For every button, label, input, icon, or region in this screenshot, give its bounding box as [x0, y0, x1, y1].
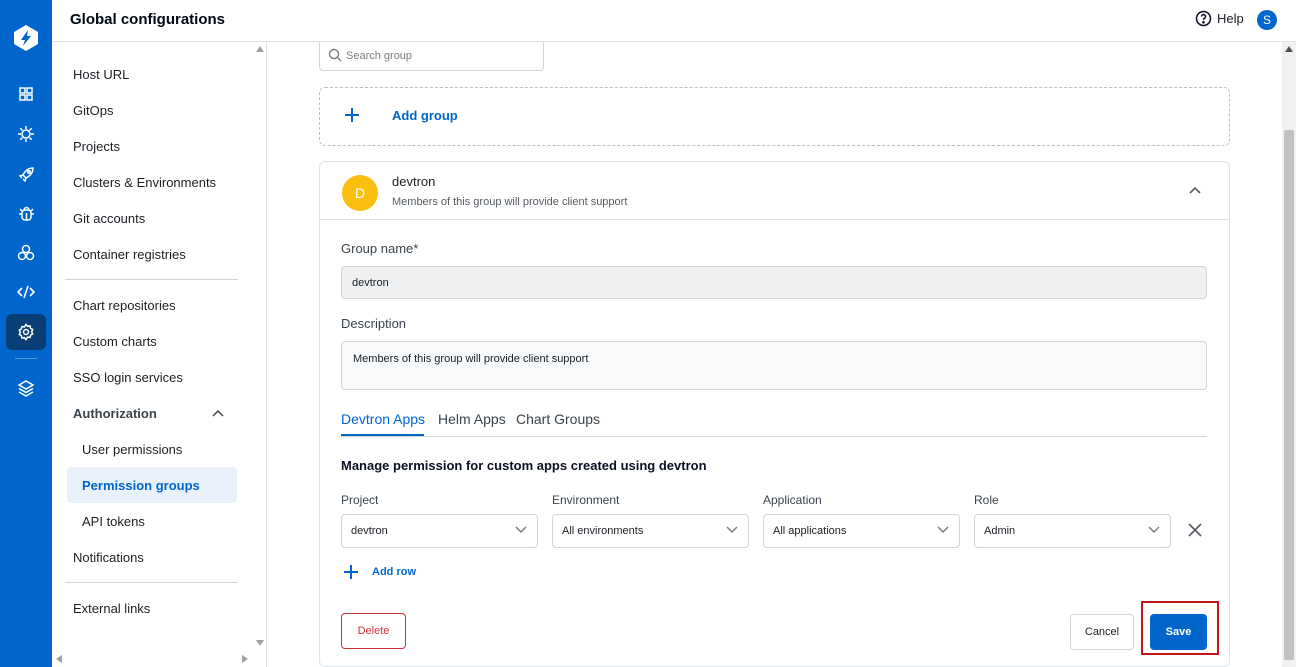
chevron-down-icon [726, 526, 738, 534]
chevron-down-icon [515, 526, 527, 534]
sidebar-item-permission-groups[interactable]: Permission groups [82, 478, 200, 493]
remove-row-close-icon[interactable] [1188, 523, 1202, 537]
add-row-label: Add row [372, 566, 416, 578]
sidebar-item-clusters[interactable]: Clusters & Environments [73, 175, 216, 190]
main-scrollbar[interactable] [1282, 42, 1296, 667]
sidebar-item-container-registries[interactable]: Container registries [73, 247, 186, 262]
stack-layers-icon[interactable] [6, 370, 46, 406]
resource-browser-icon[interactable] [6, 235, 46, 271]
add-group-button[interactable]: Add group [319, 87, 1230, 146]
sidebar-divider [65, 279, 238, 280]
sidebar-item-api-tokens[interactable]: API tokens [82, 514, 145, 529]
column-application: Application [763, 493, 822, 507]
scrollbar-thumb[interactable] [1284, 130, 1294, 660]
scroll-right-arrow-icon[interactable] [242, 655, 248, 663]
help-label: Help [1217, 11, 1244, 26]
environment-select[interactable]: All environments [552, 514, 749, 548]
description-field[interactable]: Members of this group will provide clien… [341, 341, 1207, 390]
sidebar-item-git-accounts[interactable]: Git accounts [73, 211, 145, 226]
role-select[interactable]: Admin [974, 514, 1171, 548]
group-card: D devtron Members of this group will pro… [319, 161, 1230, 667]
column-project: Project [341, 493, 379, 507]
search-placeholder: Search group [346, 49, 413, 62]
sidebar-item-user-permissions[interactable]: User permissions [82, 442, 182, 457]
user-avatar[interactable]: S [1257, 10, 1277, 30]
application-select[interactable]: All applications [763, 514, 960, 548]
sidebar-item-authorization[interactable]: Authorization [73, 406, 157, 421]
scroll-left-arrow-icon[interactable] [56, 655, 62, 663]
chevron-down-icon [937, 526, 949, 534]
code-icon[interactable] [6, 274, 46, 310]
active-tab-indicator [341, 434, 424, 436]
plus-icon [344, 565, 358, 579]
sidebar-scrollbar[interactable] [252, 42, 267, 667]
sidebar-item-gitops[interactable]: GitOps [73, 103, 113, 118]
sidebar-item-host-url[interactable]: Host URL [73, 67, 129, 82]
global-config-gear-icon[interactable] [6, 314, 46, 350]
scroll-up-arrow-icon[interactable] [1285, 46, 1293, 52]
sidebar-divider [65, 582, 238, 583]
group-name: devtron [392, 174, 436, 189]
permissions-heading: Manage permission for custom apps create… [341, 458, 707, 473]
add-row-button[interactable]: Add row [344, 565, 416, 579]
column-role: Role [974, 493, 999, 507]
project-select-value: devtron [351, 525, 388, 537]
rail-divider [15, 358, 37, 359]
cancel-button[interactable]: Cancel [1070, 614, 1134, 650]
sidebar-item-custom-charts[interactable]: Custom charts [73, 334, 157, 349]
project-select[interactable]: devtron [341, 514, 538, 548]
group-name-label: Group name* [341, 241, 419, 256]
sidebar-item-sso[interactable]: SSO login services [73, 370, 183, 385]
description-label: Description [341, 316, 407, 331]
plus-icon [345, 108, 359, 122]
main-content: Search group Add group D devtron Members… [268, 42, 1282, 667]
tab-helm-apps[interactable]: Helm Apps [438, 411, 506, 427]
search-icon [328, 48, 342, 62]
group-name-field[interactable]: devtron [341, 266, 1207, 299]
add-group-label: Add group [392, 108, 458, 123]
column-environment: Environment [552, 493, 620, 507]
group-card-header[interactable]: D devtron Members of this group will pro… [320, 162, 1229, 220]
deploy-rocket-icon[interactable] [6, 156, 46, 192]
scroll-down-arrow-icon[interactable] [256, 640, 264, 646]
group-description: Members of this group will provide clien… [392, 196, 628, 208]
chevron-down-icon [1148, 526, 1160, 534]
page-title: Global configurations [70, 11, 226, 28]
security-bug-icon[interactable] [6, 195, 46, 231]
applications-icon[interactable] [6, 76, 46, 112]
devtron-logo-icon[interactable] [8, 20, 44, 56]
icon-rail [0, 0, 52, 667]
chevron-up-icon[interactable] [211, 408, 225, 418]
delete-button[interactable]: Delete [341, 613, 406, 649]
search-group-input[interactable]: Search group [319, 42, 544, 71]
app-root: Global configurations Help S Host URL Gi… [0, 0, 1296, 667]
help-link[interactable]: Help [1195, 10, 1244, 27]
sidebar-item-external-links[interactable]: External links [73, 601, 150, 616]
tab-chart-groups[interactable]: Chart Groups [516, 411, 600, 427]
group-avatar: D [342, 175, 378, 211]
sidebar-item-chart-repositories[interactable]: Chart repositories [73, 298, 176, 313]
save-button-highlight-box [1141, 601, 1219, 655]
application-select-value: All applications [773, 525, 847, 537]
permission-tabs: Devtron Apps Helm Apps Chart Groups [341, 406, 1207, 437]
collapse-chevron-icon[interactable] [1188, 186, 1202, 195]
help-circle-icon [1195, 10, 1212, 27]
tab-devtron-apps[interactable]: Devtron Apps [341, 411, 425, 427]
environment-select-value: All environments [562, 525, 644, 537]
role-select-value: Admin [984, 525, 1016, 537]
scroll-up-arrow-icon[interactable] [256, 46, 264, 52]
sidebar-item-notifications[interactable]: Notifications [73, 550, 144, 565]
chart-store-icon[interactable] [6, 116, 46, 152]
settings-sidebar: Host URL GitOps Projects Clusters & Envi… [52, 42, 267, 667]
page-header: Global configurations Help S [52, 0, 1296, 42]
sidebar-item-projects[interactable]: Projects [73, 139, 120, 154]
